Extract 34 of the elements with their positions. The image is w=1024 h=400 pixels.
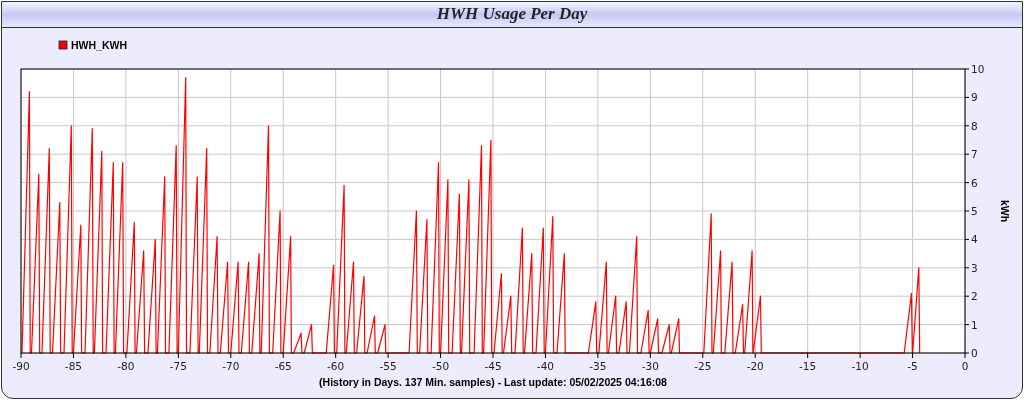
tick-label: 2	[971, 290, 978, 303]
tick-label: -40	[536, 360, 554, 372]
axis-title: kWh	[999, 199, 1011, 223]
chart-title: HWH Usage Per Day	[436, 3, 588, 25]
tick-label: -75	[169, 360, 187, 372]
tick-label: 4	[971, 233, 978, 246]
tick-label: 7	[971, 148, 978, 161]
tick-label: -5	[907, 360, 918, 372]
tick-label: -30	[641, 360, 659, 372]
tick-label: 8	[971, 119, 978, 132]
legend-label: HWH_KWH	[71, 39, 127, 51]
tick-label: 1	[971, 318, 978, 331]
tick-label: -50	[432, 360, 450, 372]
tick-label: -20	[746, 360, 764, 372]
tick-label: -65	[274, 360, 292, 372]
tick-label: -25	[694, 360, 712, 372]
tick-label: 10	[971, 63, 985, 75]
tick-label: -80	[117, 360, 135, 372]
tick-label: 9	[971, 91, 978, 104]
tick-label: -35	[589, 360, 607, 372]
tick-label: 3	[971, 261, 978, 274]
tick-label: -85	[64, 360, 82, 372]
tick-label: -15	[799, 360, 817, 372]
tick-label: -70	[222, 360, 240, 372]
tick-label: 0	[971, 347, 978, 359]
tick-label: -60	[327, 360, 345, 372]
tick-label: -10	[851, 360, 869, 372]
axis-title: (History in Days. 137 Min. samples) - Last update: 05/02/2025 04:16:08	[319, 376, 667, 388]
tick-label: -45	[484, 360, 502, 372]
tick-label: 6	[971, 176, 978, 189]
tick-label: 5	[971, 205, 978, 217]
tick-label: -55	[379, 360, 397, 372]
tick-label: 0	[961, 360, 969, 372]
tick-label: -90	[12, 360, 30, 372]
